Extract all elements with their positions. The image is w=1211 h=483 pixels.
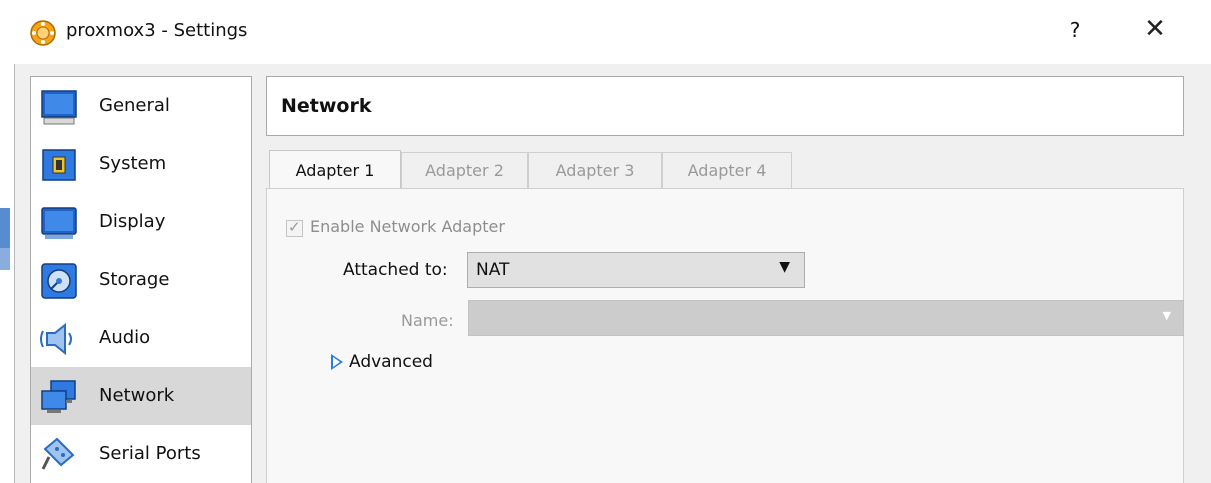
help-button[interactable]: ? xyxy=(1065,18,1085,42)
sidebar-item-system[interactable]: System xyxy=(31,135,251,193)
system-icon xyxy=(42,149,76,181)
tab-adapter-3[interactable]: Adapter 3 xyxy=(528,152,662,188)
sidebar-item-label: General xyxy=(99,95,170,116)
chevron-down-icon: ▼ xyxy=(779,259,790,275)
chevron-down-icon: ▼ xyxy=(1162,309,1171,322)
sidebar-item-serial-ports[interactable]: Serial Ports xyxy=(31,425,251,483)
sidebar-item-network[interactable]: Network xyxy=(31,367,251,425)
advanced-toggle[interactable]: Advanced xyxy=(331,351,461,375)
sidebar-item-label: Serial Ports xyxy=(99,443,201,464)
sidebar-item-storage[interactable]: Storage xyxy=(31,251,251,309)
attached-to-value: NAT xyxy=(476,260,510,280)
sidebar-item-label: Storage xyxy=(99,269,170,290)
title-bar: proxmox3 - Settings ? ✕ xyxy=(0,0,1211,64)
sidebar-item-audio[interactable]: Audio xyxy=(31,309,251,367)
attached-to-dropdown[interactable]: NAT ▼ xyxy=(467,252,805,288)
checkmark-icon: ✓ xyxy=(288,218,301,236)
close-button[interactable]: ✕ xyxy=(1140,14,1170,44)
sidebar-item-label: System xyxy=(99,153,167,174)
tab-adapter-2[interactable]: Adapter 2 xyxy=(401,152,528,188)
advanced-label: Advanced xyxy=(349,352,433,372)
enable-adapter-checkbox[interactable]: ✓ xyxy=(286,218,303,237)
sidebar-item-label: Audio xyxy=(99,327,151,348)
settings-sidebar: General System Display Storage Audio Net… xyxy=(30,76,252,483)
section-title: Network xyxy=(281,95,372,117)
background-edge xyxy=(0,64,10,483)
audio-icon xyxy=(40,322,72,356)
expand-arrow-inner xyxy=(333,357,340,367)
section-header: Network xyxy=(266,76,1184,136)
enable-adapter-label[interactable]: Enable Network Adapter xyxy=(310,217,505,236)
background-window-fragment xyxy=(0,248,10,270)
sidebar-item-label: Network xyxy=(99,385,175,406)
serial-ports-icon xyxy=(41,437,75,470)
window-title: proxmox3 - Settings xyxy=(66,20,248,41)
virtualbox-app-icon xyxy=(30,20,56,46)
name-label: Name: xyxy=(401,311,454,330)
general-icon xyxy=(41,90,77,125)
tab-adapter-1[interactable]: Adapter 1 xyxy=(269,150,401,190)
sidebar-item-label: Display xyxy=(99,211,166,232)
sidebar-item-general[interactable]: General xyxy=(31,77,251,135)
tab-adapter-4[interactable]: Adapter 4 xyxy=(662,152,792,188)
network-icon xyxy=(41,380,76,413)
sidebar-item-display[interactable]: Display xyxy=(31,193,251,251)
attached-to-label: Attached to: xyxy=(343,260,448,280)
storage-icon xyxy=(41,263,77,299)
background-window-fragment xyxy=(0,208,10,248)
display-icon xyxy=(41,207,77,239)
name-dropdown[interactable]: ▼ xyxy=(468,300,1184,336)
